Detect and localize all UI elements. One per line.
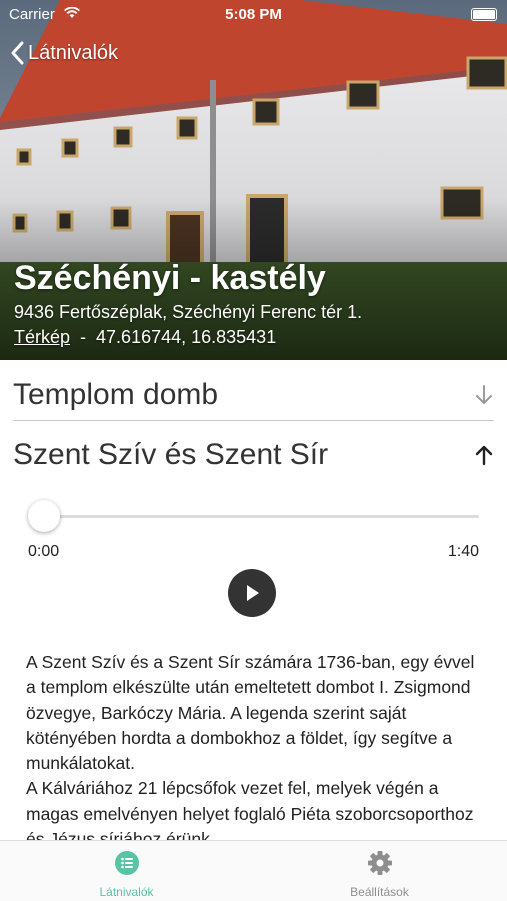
tab-beallitasok[interactable]: Beállítások (253, 841, 506, 901)
description-paragraph: A Szent Szív és a Szent Sír számára 1736… (26, 652, 475, 774)
description-paragraph: A Kálváriához 21 lépcsőfok vezet fel, me… (26, 778, 474, 840)
section-description: A Szent Szív és a Szent Sír számára 1736… (26, 650, 486, 840)
place-location: Térkép -47.616744, 16.835431 (14, 327, 276, 348)
location-separator: - (80, 327, 87, 347)
section-szent-sziv[interactable]: Szent Szív és Szent Sír (13, 430, 494, 480)
slider-track (28, 515, 479, 518)
play-icon (247, 585, 259, 601)
current-time: 0:00 (28, 543, 60, 560)
arrow-down-icon (476, 385, 492, 404)
place-title: Széchényi - kastély (14, 259, 326, 297)
tab-latnivalok[interactable]: Látnivalók (0, 841, 253, 901)
section-title: Szent Szív és Szent Sír (13, 438, 329, 471)
chevron-left-icon (11, 41, 24, 65)
status-time: 5:08 PM (225, 6, 282, 23)
tab-bar: Látnivalók Beállítások (0, 840, 507, 901)
section-divider (13, 420, 494, 421)
hero-header: Carrier 5:08 PM Látnivalók Széchényi - k… (0, 0, 507, 360)
section-templom-domb[interactable]: Templom domb (13, 370, 494, 420)
list-icon (114, 851, 139, 875)
total-time: 1:40 (447, 543, 479, 560)
play-button[interactable] (228, 569, 276, 617)
coordinates: 47.616744, 16.835431 (96, 327, 277, 347)
back-label: Látnivalók (28, 41, 119, 64)
status-bar: Carrier 5:08 PM (0, 0, 507, 28)
tab-label: Látnivalók (99, 885, 154, 899)
gear-icon (367, 851, 392, 875)
arrow-up-icon (475, 445, 493, 466)
tab-label: Beállítások (350, 885, 409, 899)
battery-icon (471, 8, 497, 21)
map-link[interactable]: Térkép (14, 327, 70, 347)
back-button[interactable]: Látnivalók (10, 38, 118, 68)
slider-thumb[interactable] (28, 500, 60, 532)
section-title: Templom domb (13, 378, 219, 411)
place-address: 9436 Fertőszéplak, Széchényi Ferenc tér … (14, 302, 363, 322)
audio-progress-slider[interactable] (28, 498, 479, 534)
